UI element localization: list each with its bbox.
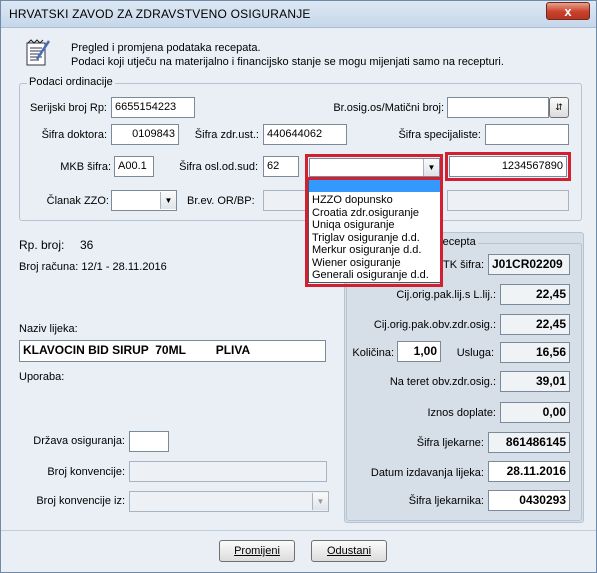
window-title: HRVATSKI ZAVOD ZA ZDRAVSTVENO OSIGURANJE — [9, 7, 311, 21]
broj-racuna: Broj računa: 12/1 - 28.11.2016 — [19, 261, 167, 273]
konvencija-label: Broj konvencije: — [47, 466, 125, 478]
bottom-separator — [1, 530, 596, 531]
datum-label: Datum izdavanja lijeka: — [370, 467, 484, 479]
mkb-label: MKB šifra: — [60, 161, 111, 173]
brosig-label: Br.osig.os/Matični broj: — [333, 102, 444, 114]
recept-group-title: recepta — [437, 236, 478, 248]
cij-obv-field[interactable]: 22,45 — [500, 314, 570, 335]
konvencija-field — [129, 461, 327, 482]
na-teret-field[interactable]: 39,01 — [500, 371, 570, 392]
info-line-2: Podaci koji utječu na materijalno i fina… — [71, 56, 504, 68]
na-teret-label: Na teret obv.zdr.osig.: — [389, 376, 496, 388]
datum-field[interactable]: 28.11.2016 — [488, 461, 570, 482]
notepad-icon — [25, 39, 51, 67]
sifra-osl-field[interactable]: 62 — [263, 156, 299, 177]
brosig-lookup-button[interactable]: ⇵ — [549, 97, 569, 118]
promijeni-button-label: Promijeni — [234, 545, 280, 557]
info-line-1: Pregled i promjena podataka recepata. — [71, 42, 261, 54]
brev-field-2 — [447, 190, 569, 211]
naziv-label: Naziv lijeka: — [19, 323, 78, 335]
sifra-spec-field[interactable] — [485, 124, 569, 145]
dropdown-list-highlight — [305, 177, 443, 287]
mkb-field[interactable]: A00.1 — [114, 156, 154, 177]
usluga-label: Usluga: — [456, 347, 494, 359]
konvencija-iz-combo — [129, 491, 329, 512]
drzava-field[interactable] — [129, 431, 169, 452]
clanak-dropdown-arrow[interactable]: ▼ — [160, 192, 176, 209]
uporaba-label: Uporaba: — [19, 371, 65, 383]
close-button[interactable]: x — [546, 2, 590, 20]
sifra-ljekarnika-field[interactable]: 0430293 — [488, 490, 570, 511]
drzava-label: Država osiguranja: — [33, 435, 125, 447]
kolicina-label: Količina: — [352, 347, 394, 359]
serijski-label: Serijski broj Rp: — [29, 102, 107, 114]
odustani-button[interactable]: Odustani — [311, 540, 387, 562]
title-bar: HRVATSKI ZAVOD ZA ZDRAVSTVENO OSIGURANJE… — [1, 1, 596, 28]
atk-field[interactable]: J01CR02209 — [488, 254, 570, 275]
sifra-zdr-field[interactable]: 440644062 — [263, 124, 347, 145]
rp-broj-label: Rp. broj: — [19, 238, 65, 252]
sifra-zdr-label: Šifra zdr.ust.: — [194, 129, 259, 141]
konvencija-iz-label: Broj konvencije iz: — [36, 495, 125, 507]
rp-broj-value: 36 — [80, 238, 94, 252]
ordinacija-group-title: Podaci ordinacije — [27, 76, 115, 88]
kolicina-field[interactable]: 1,00 — [397, 341, 441, 362]
sifra-ljekarne-field[interactable]: 861486145 — [488, 432, 570, 453]
brosig-field[interactable] — [447, 97, 549, 118]
brev-label: Br.ev. OR/BP: — [187, 195, 255, 207]
sifra-osl-label: Šifra osl.od.sud: — [179, 161, 258, 173]
odustani-button-label: Odustani — [326, 545, 372, 557]
sifra-ljekarnika-label: Šifra ljekarnika: — [408, 495, 484, 507]
sifra-spec-label: Šifra specijaliste: — [398, 129, 481, 141]
sifra-ljekarne-label: Šifra ljekarne: — [416, 437, 484, 449]
serijski-broj-field[interactable]: 6655154223 — [111, 97, 195, 118]
cij-orig-field[interactable]: 22,45 — [500, 284, 570, 305]
cij-orig-label: Cij.orig.pak.lij.s L.lij.: — [396, 289, 496, 301]
konvencija-iz-arrow: ▼ — [312, 493, 328, 510]
doplata-label: Iznos doplate: — [427, 407, 497, 419]
naziv-lijeka-field[interactable]: KLAVOCIN BID SIRUP 70ML PLIVA — [19, 340, 326, 362]
doplata-field[interactable]: 0,00 — [500, 402, 570, 423]
promijeni-button[interactable]: Promijeni — [219, 540, 295, 562]
sifra-doktora-label: Šifra doktora: — [41, 129, 107, 141]
clanak-label: Članak ZZO: — [46, 195, 109, 207]
cij-obv-label: Cij.orig.pak.obv.zdr.osig.: — [373, 319, 496, 331]
police-highlight — [445, 152, 571, 181]
usluga-field[interactable]: 16,56 — [500, 342, 570, 363]
sifra-doktora-field[interactable]: 0109843 — [111, 124, 179, 145]
dialog-window: HRVATSKI ZAVOD ZA ZDRAVSTVENO OSIGURANJE… — [0, 0, 597, 573]
